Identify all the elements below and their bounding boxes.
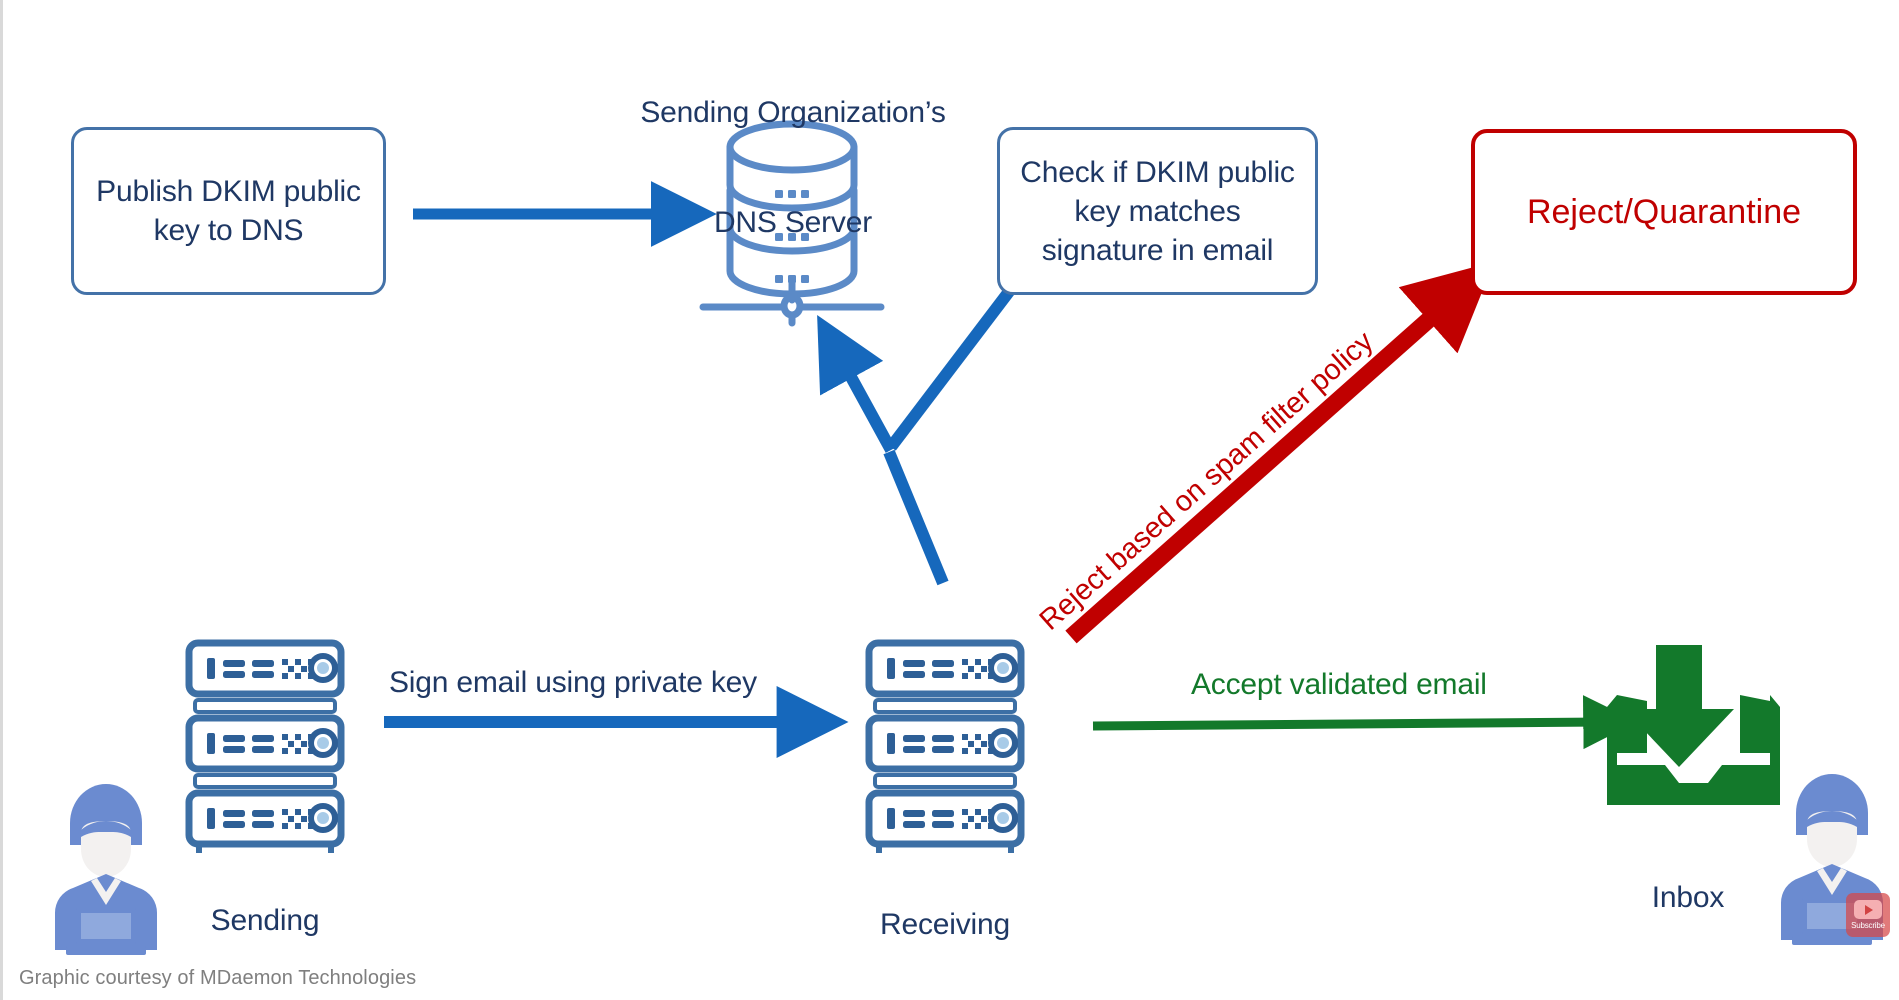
label-receiving-line1: Receiving bbox=[880, 908, 1010, 942]
box-check-dkim-key-label: Check if DKIM public key matches signatu… bbox=[1020, 153, 1295, 270]
arrow-accept-validated bbox=[1092, 695, 1638, 750]
arrow-label-sign-email: Sign email using private key bbox=[389, 666, 757, 699]
box-publish-line1: Publish DKIM public bbox=[96, 175, 361, 208]
credit-line: Graphic courtesy of MDaemon Technologies bbox=[19, 967, 417, 989]
youtube-play-icon bbox=[1854, 900, 1882, 919]
box-check-dkim-key[interactable]: Check if DKIM public key matches signatu… bbox=[997, 127, 1318, 295]
dns-server-title-line1: Sending Organization’s bbox=[640, 96, 946, 130]
box-check-line2: key matches bbox=[1074, 194, 1241, 228]
label-sending-line1: Sending bbox=[210, 904, 320, 938]
label-receiving-email-server: Receiving Email Server bbox=[815, 834, 1075, 1000]
box-reject-quarantine[interactable]: Reject/Quarantine bbox=[1471, 129, 1857, 295]
dns-server-title: Sending Organization’s DNS Server bbox=[558, 22, 1028, 315]
box-publish-dkim-key-label: Publish DKIM public key to DNS bbox=[96, 172, 361, 250]
subscribe-label: Subscribe bbox=[1851, 921, 1885, 930]
box-reject-quarantine-label: Reject/Quarantine bbox=[1526, 192, 1802, 231]
dns-server-title-line2: DNS Server bbox=[713, 205, 873, 239]
server-rack-icon-sending bbox=[185, 639, 345, 853]
diagram-canvas: Sending Organization’s DNS Server Publis… bbox=[0, 0, 1899, 1000]
box-check-line3: signature in email bbox=[1041, 233, 1274, 267]
arrow-reject-spam-policy bbox=[1065, 261, 1495, 644]
box-check-line1: Check if DKIM public bbox=[1020, 155, 1295, 189]
server-rack-icon-receiving bbox=[865, 639, 1025, 853]
subscribe-watermark-badge[interactable]: Subscribe bbox=[1846, 893, 1890, 937]
box-publish-line2: key to DNS bbox=[153, 214, 304, 247]
arrow-lookup-dns bbox=[817, 281, 1019, 586]
label-inbox: Inbox bbox=[1651, 881, 1725, 914]
box-publish-dkim-key[interactable]: Publish DKIM public key to DNS bbox=[71, 127, 386, 295]
arrow-label-accept-validated: Accept validated email bbox=[1191, 668, 1487, 701]
inbox-tray-icon bbox=[1607, 645, 1780, 805]
